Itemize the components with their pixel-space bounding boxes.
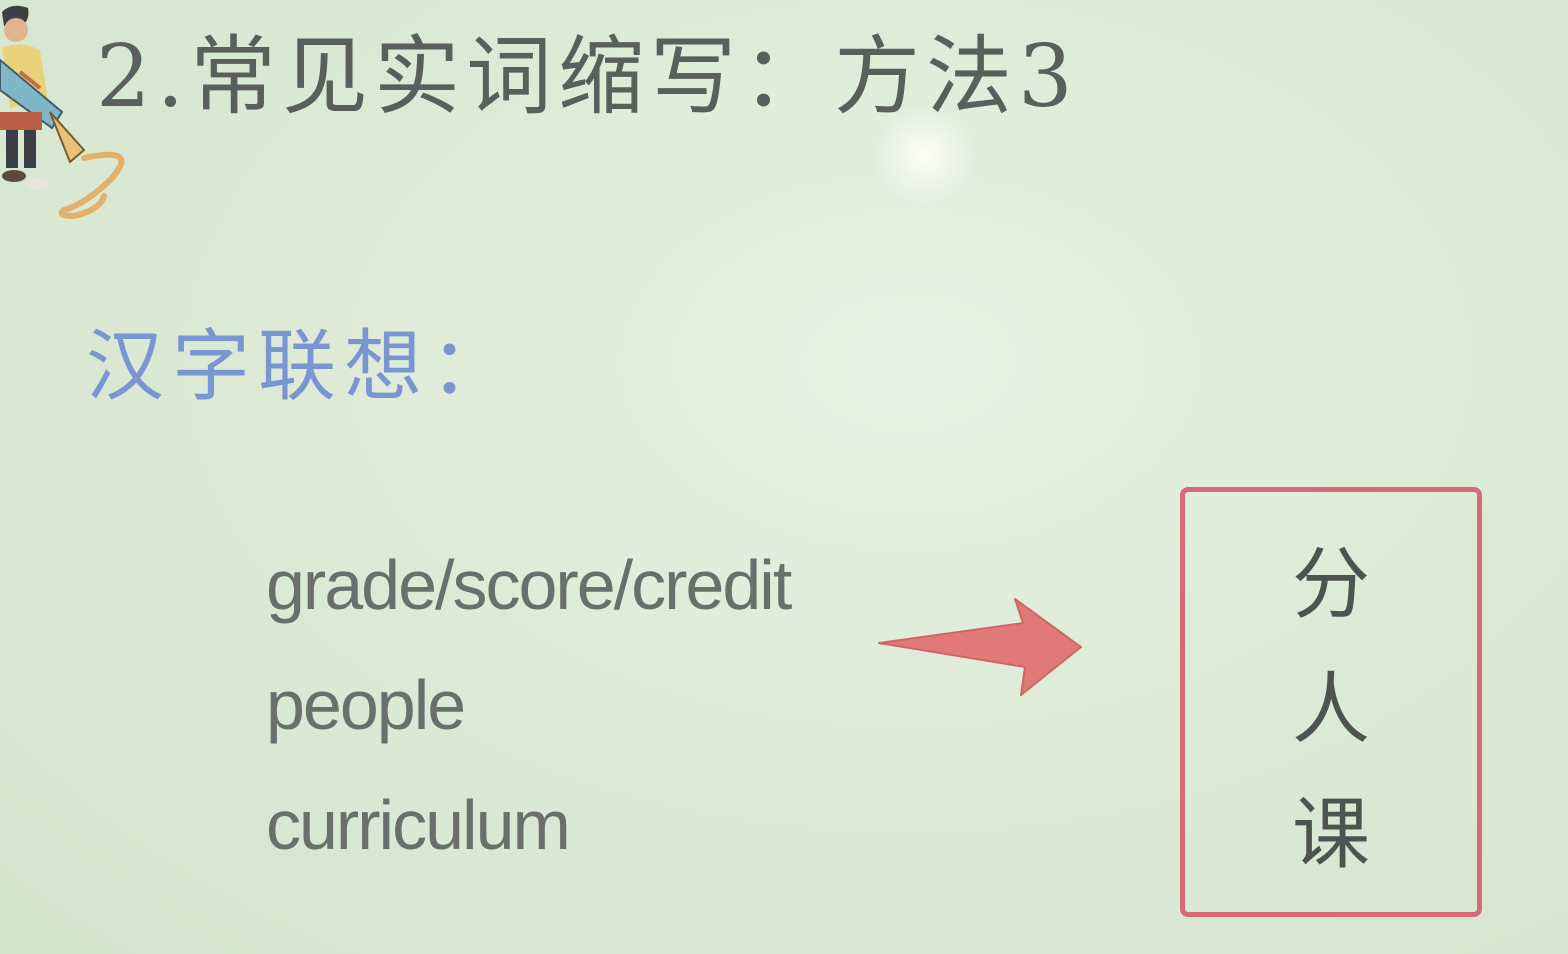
slide: 2.常见实词缩写：方法3 汉字联想： grade/score/credit pe… — [0, 0, 1568, 954]
slide-title: 2.常见实词缩写：方法3 — [96, 27, 1079, 127]
answer-box: 分 人 课 — [1180, 487, 1482, 917]
answer-item: 课 — [1291, 790, 1370, 880]
answer-item: 分 — [1291, 540, 1370, 630]
section-label: 汉字联想： — [86, 322, 517, 412]
right-arrow-icon — [878, 598, 1082, 696]
word-item: grade/score/credit — [266, 546, 792, 624]
word-item: curriculum — [266, 786, 571, 864]
answer-item: 人 — [1291, 665, 1370, 755]
word-list: grade/score/credit people curriculum — [266, 535, 792, 895]
answer-list: 分 人 课 — [1185, 530, 1477, 905]
word-item: people — [266, 666, 466, 744]
